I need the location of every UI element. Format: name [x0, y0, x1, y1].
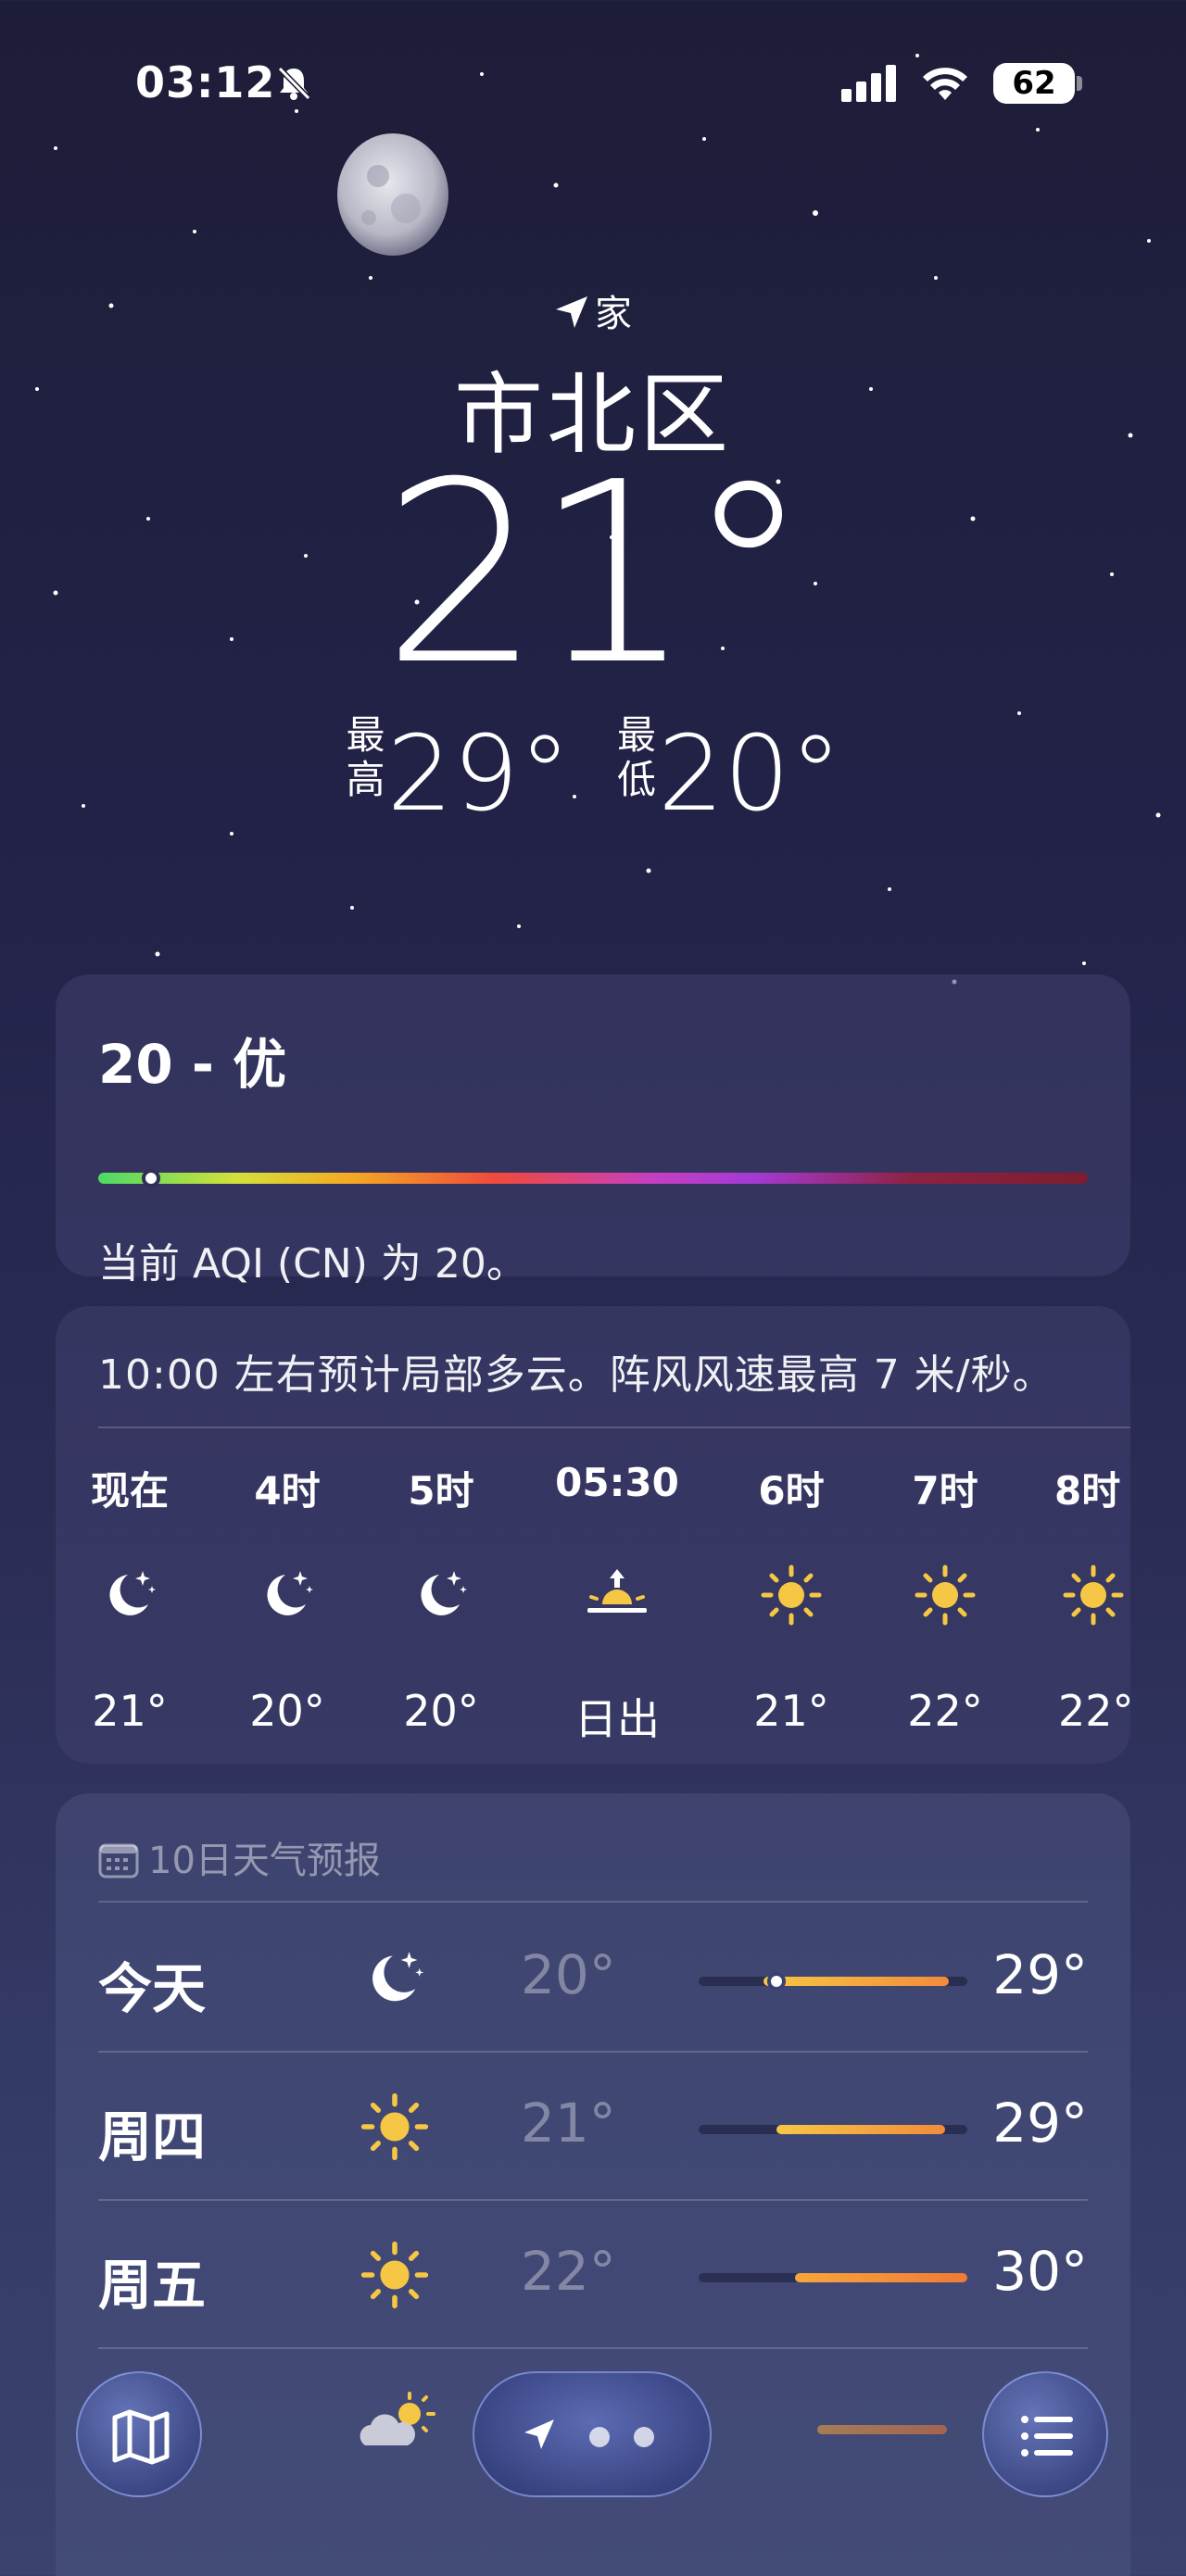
battery-cap [1077, 76, 1082, 91]
sun-icon [360, 2092, 429, 2161]
location-arrow-icon [556, 296, 587, 328]
location-pager[interactable] [473, 2371, 712, 2497]
aqi-card[interactable]: 20 - 优 当前 AQI (CN) 为 20。 [56, 974, 1130, 1288]
hour-item[interactable]: 8时 22° [1038, 1460, 1130, 1736]
hour-temp: 21° [92, 1686, 168, 1736]
hour-temp: 20° [249, 1686, 325, 1736]
location-name: 家 [595, 293, 632, 335]
aqi-scale-bar [98, 1173, 1088, 1184]
hour-label: 7时 [912, 1468, 978, 1514]
high-low-temperature: 最高29° 最低20° [0, 712, 1186, 836]
forecast-low: 21° [521, 2092, 616, 2155]
hour-item[interactable]: 7时 22° [880, 1460, 1010, 1736]
forecast-high: 29° [992, 2092, 1088, 2155]
partly-sunny-icon [360, 2392, 435, 2445]
cellular-signal-icon [841, 65, 896, 102]
sun-icon [761, 1564, 822, 1626]
moon-stars-icon [421, 1571, 467, 1615]
hour-label: 现在 [90, 1468, 169, 1514]
forecast-row[interactable]: 今天 20° 29° [98, 1903, 1088, 2051]
moon-image [337, 133, 448, 256]
forecast-day: 周四 [98, 2105, 207, 2168]
moon-stars-icon [109, 1571, 156, 1615]
temperature-range-fill [795, 2273, 967, 2282]
divider [98, 1426, 1130, 1428]
hour-item[interactable]: 4时 20° [222, 1460, 352, 1736]
calendar-icon [98, 1843, 139, 1879]
forecast-high: 30° [992, 2240, 1088, 2303]
temperature-range-bar [699, 2125, 967, 2134]
forecast-row[interactable]: 周四 21° 29° [98, 2051, 1088, 2199]
sun-icon [915, 1564, 976, 1626]
hour-temp: 日出 [574, 1694, 660, 1744]
bell-slash-icon [277, 66, 311, 101]
forecast-header: 10日天气预报 [98, 1830, 381, 1884]
low-label: 最低 [616, 712, 656, 802]
status-time: 03:12 [135, 57, 276, 107]
temperature-range-fill [776, 2125, 945, 2134]
aqi-title: 20 - 优 [98, 1033, 287, 1096]
temperature-range-bar [699, 2273, 967, 2282]
location-label: 家 [0, 283, 1186, 337]
location-arrow-icon [524, 2419, 554, 2449]
wifi-icon [923, 68, 967, 100]
hour-item[interactable]: 现在 21° [65, 1460, 195, 1736]
sunrise-icon [587, 1569, 647, 1613]
hour-label: 4时 [254, 1468, 321, 1514]
hour-item[interactable]: 6时 21° [726, 1460, 856, 1736]
city-list-button[interactable] [982, 2371, 1108, 2497]
divider [98, 2347, 1088, 2349]
forecast-low: 20° [521, 1943, 616, 2006]
hour-temp: 22° [1058, 1686, 1130, 1736]
map-button[interactable] [76, 2371, 202, 2497]
hour-label: 6时 [758, 1468, 825, 1514]
hour-temp: 20° [403, 1686, 479, 1736]
sun-icon [1063, 1564, 1124, 1626]
low-value: 20° [658, 714, 842, 835]
hour-temp: 21° [753, 1686, 829, 1736]
battery-icon: 62 [993, 63, 1075, 104]
map-icon [112, 2409, 170, 2465]
hour-label: 05:30 [555, 1460, 679, 1505]
moon-stars-icon [372, 1952, 424, 2002]
current-temperature: 21° [382, 428, 812, 720]
aqi-description: 当前 AQI (CN) 为 20。 [98, 1240, 527, 1288]
hour-label: 5时 [408, 1468, 474, 1514]
forecast-row[interactable]: 周五 22° 30° [98, 2199, 1088, 2347]
forecast-low: 22° [521, 2240, 616, 2303]
forecast-day: 周五 [98, 2254, 207, 2317]
hour-temp: 22° [907, 1686, 983, 1736]
forecast-high: 29° [992, 1943, 1088, 2006]
aqi-indicator [142, 1169, 160, 1187]
high-label: 最高 [346, 712, 385, 802]
page-dot[interactable] [589, 2427, 610, 2447]
temperature-range-fill [817, 2425, 947, 2434]
status-bar: 03:12 62 [0, 57, 1186, 113]
hourly-summary: 10:00 左右预计局部多云。阵风风速最高 7 米/秒。 [98, 1351, 1054, 1399]
temperature-range-fill [763, 1977, 949, 1986]
temperature-range-bar [699, 1972, 967, 1991]
high-value: 29° [386, 714, 571, 835]
page-dot[interactable] [634, 2427, 654, 2447]
hour-item[interactable]: 5时 20° [376, 1460, 506, 1736]
forecast-title: 10日天气预报 [148, 1840, 381, 1882]
hour-item[interactable]: 05:30 日出 [552, 1460, 682, 1747]
forecast-day: 今天 [98, 1957, 207, 2020]
hour-label: 8时 [1054, 1468, 1121, 1514]
current-temp-dot [767, 1972, 786, 1991]
hourly-forecast-card[interactable]: 10:00 左右预计局部多云。阵风风速最高 7 米/秒。 现在 21° 4时 2… [56, 1306, 1130, 1764]
sun-icon [360, 2241, 429, 2309]
moon-stars-icon [267, 1571, 313, 1615]
list-icon [1021, 2416, 1073, 2457]
